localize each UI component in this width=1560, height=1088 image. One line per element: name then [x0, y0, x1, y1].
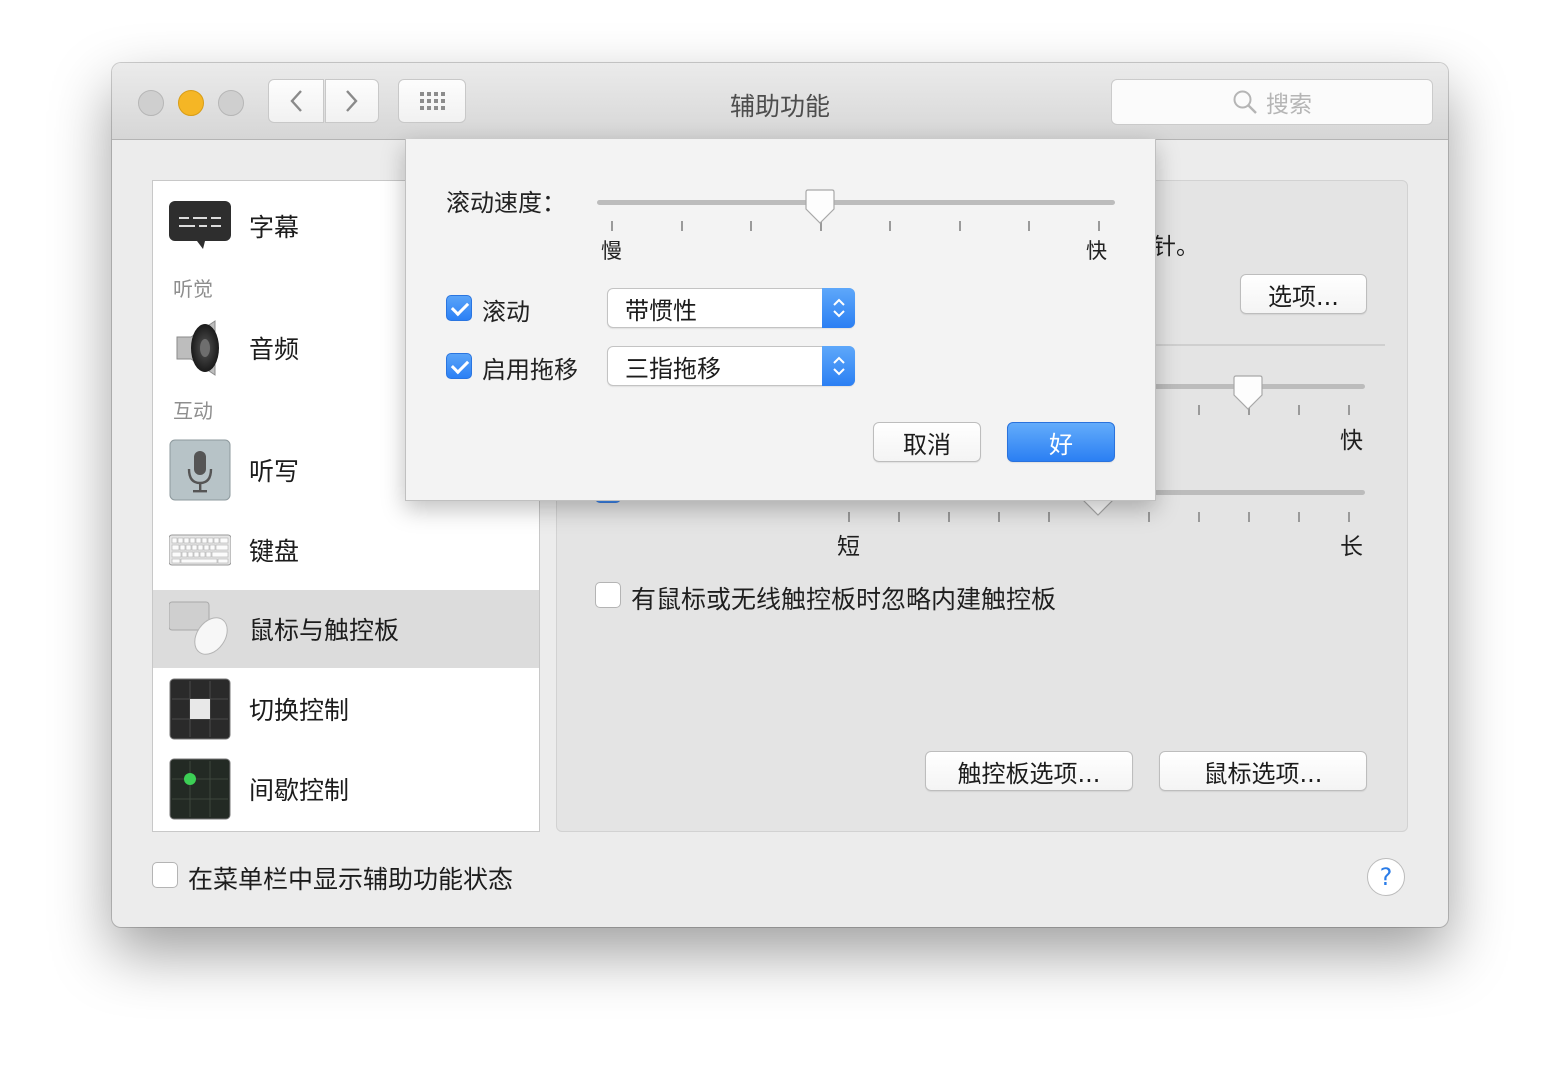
scroll-mode-select[interactable]: 带惯性 [607, 288, 855, 328]
slider-tick [848, 512, 850, 522]
sidebar-item-label: 听写 [249, 457, 300, 486]
drag-checkbox[interactable] [446, 353, 472, 379]
show-status-checkbox[interactable] [152, 862, 178, 888]
slider-tick [611, 221, 613, 231]
captions-icon [169, 201, 231, 249]
sidebar-item-label: 字幕 [249, 213, 300, 242]
slider-short-label: 短 [837, 534, 860, 560]
scroll-mode-value: 带惯性 [625, 296, 697, 325]
search-icon [1233, 90, 1257, 114]
accessibility-window: 辅助功能 搜索 字幕 听觉 音频 互动 听写 键盘 鼠标与触控板 切换控制 间歇… [112, 63, 1448, 927]
slider-tick [998, 512, 1000, 522]
slider-tick [1148, 512, 1150, 522]
sidebar-item-label: 键盘 [249, 537, 300, 566]
slider-tick [889, 221, 891, 231]
sidebar-item-switch-control[interactable]: 切换控制 [153, 670, 539, 748]
up-down-arrows-icon [822, 346, 855, 386]
slider-fast-label: 快 [1340, 428, 1363, 454]
sidebar-item-keyboard[interactable]: 键盘 [153, 511, 539, 589]
search-field[interactable]: 搜索 [1111, 79, 1433, 125]
double-click-speed-slider-knob[interactable] [1232, 375, 1264, 411]
slider-tick [1298, 512, 1300, 522]
drag-mode-select[interactable]: 三指拖移 [607, 346, 855, 386]
slider-tick [898, 512, 900, 522]
show-status-label: 在菜单栏中显示辅助功能状态 [188, 865, 514, 894]
options-button[interactable]: 选项... [1240, 274, 1367, 314]
section-hearing: 听觉 [173, 277, 213, 301]
slider-tick [1028, 221, 1030, 231]
keyboard-icon [169, 534, 231, 566]
ignore-trackpad-checkbox[interactable] [595, 582, 621, 608]
slider-long-label: 长 [1340, 534, 1363, 560]
speaker-icon [176, 320, 219, 376]
divider [1147, 344, 1385, 346]
drag-mode-value: 三指拖移 [625, 354, 721, 383]
slider-tick [750, 221, 752, 231]
cancel-button[interactable]: 取消 [873, 422, 981, 462]
sidebar-item-label: 切换控制 [249, 696, 350, 725]
scroll-speed-slider-knob[interactable] [804, 189, 836, 225]
sidebar-item-mouse-trackpad[interactable]: 鼠标与触控板 [153, 590, 539, 668]
title-bar: 辅助功能 搜索 [112, 63, 1448, 140]
mouse-options-button[interactable]: 鼠标选项... [1159, 751, 1367, 791]
slider-tick [1348, 512, 1350, 522]
up-down-arrows-icon [822, 288, 855, 328]
partial-description-text: 针。 [1153, 234, 1199, 260]
dwell-control-icon [169, 758, 231, 820]
sidebar-item-dwell-control[interactable]: 间歇控制 [153, 750, 539, 828]
trackpad-options-button[interactable]: 触控板选项... [925, 751, 1133, 791]
scroll-checkbox-label: 滚动 [482, 298, 530, 326]
help-button[interactable]: ? [1367, 858, 1405, 896]
section-interaction: 互动 [173, 399, 213, 423]
slider-tick [1348, 405, 1350, 415]
slider-tick [1248, 512, 1250, 522]
ok-button[interactable]: 好 [1007, 422, 1115, 462]
scroll-speed-slider-track[interactable] [597, 200, 1115, 205]
ignore-trackpad-label: 有鼠标或无线触控板时忽略内建触控板 [631, 585, 1057, 614]
slider-tick [1298, 405, 1300, 415]
scroll-speed-label: 滚动速度： [446, 189, 566, 217]
speed-slow-label: 慢 [601, 239, 622, 263]
slider-tick [1098, 221, 1100, 231]
switch-control-icon [169, 678, 231, 740]
search-placeholder: 搜索 [1266, 92, 1312, 118]
slider-tick [1048, 512, 1050, 522]
drag-checkbox-label: 启用拖移 [482, 356, 578, 384]
slider-tick [681, 221, 683, 231]
scroll-checkbox[interactable] [446, 295, 472, 321]
slider-tick [948, 512, 950, 522]
microphone-icon [169, 439, 231, 501]
speed-fast-label: 快 [1086, 239, 1107, 263]
slider-tick [1198, 405, 1200, 415]
sidebar-item-label: 鼠标与触控板 [249, 616, 400, 645]
sidebar-item-label: 音频 [249, 335, 300, 364]
sidebar-item-label: 间歇控制 [249, 776, 350, 805]
slider-tick [1198, 512, 1200, 522]
slider-tick [959, 221, 961, 231]
trackpad-options-sheet: 滚动速度： 慢 快 滚动 带惯性 启用拖移 三指拖移 取消 好 [405, 139, 1156, 501]
mouse-trackpad-icon [169, 601, 228, 655]
